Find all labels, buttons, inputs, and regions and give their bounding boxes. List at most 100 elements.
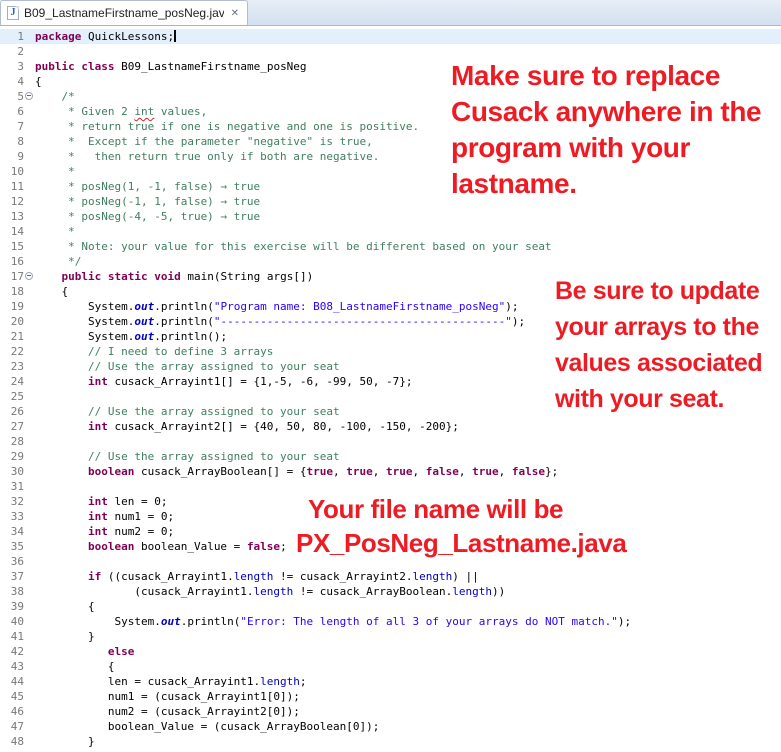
fold-column bbox=[24, 134, 35, 149]
tab-b09-lastnamefirstname-posneg[interactable]: J B09_LastnameFirstname_posNeg.java ✕ bbox=[0, 0, 248, 25]
fold-collapse-icon[interactable] bbox=[25, 92, 33, 100]
code-text: public static void main(String args[]) bbox=[35, 269, 313, 284]
code-text: * Note: your value for this exercise wil… bbox=[35, 239, 552, 254]
code-text: boolean_Value = (cusack_ArrayBoolean[0])… bbox=[35, 719, 379, 734]
code-text: int num2 = 0; bbox=[35, 524, 174, 539]
code-text: int len = 0; bbox=[35, 494, 167, 509]
code-line[interactable]: 44 len = cusack_Arrayint1.length; bbox=[0, 674, 781, 689]
code-line[interactable]: 40 System.out.println("Error: The length… bbox=[0, 614, 781, 629]
code-text: { bbox=[35, 599, 95, 614]
code-line[interactable]: 27 int cusack_Arrayint2[] = {40, 50, 80,… bbox=[0, 419, 781, 434]
fold-column bbox=[24, 734, 35, 749]
line-number: 28 bbox=[0, 434, 24, 449]
fold-column bbox=[24, 524, 35, 539]
code-line[interactable]: 14 * bbox=[0, 224, 781, 239]
code-text: public class B09_LastnameFirstname_posNe… bbox=[35, 59, 307, 74]
java-file-icon: J bbox=[7, 6, 19, 20]
code-text: int cusack_Arrayint1[] = {1,-5, -6, -99,… bbox=[35, 374, 413, 389]
editor-tab-bar: J B09_LastnameFirstname_posNeg.java ✕ bbox=[0, 0, 781, 26]
code-text: System.out.println("--------------------… bbox=[35, 314, 525, 329]
fold-column bbox=[24, 44, 35, 59]
fold-column bbox=[24, 89, 35, 104]
fold-column bbox=[24, 329, 35, 344]
code-line[interactable]: 46 num2 = (cusack_Arrayint2[0]); bbox=[0, 704, 781, 719]
code-line[interactable]: 37 if ((cusack_Arrayint1.length != cusac… bbox=[0, 569, 781, 584]
fold-column bbox=[24, 719, 35, 734]
code-text: System.out.println("Program name: B08_La… bbox=[35, 299, 518, 314]
code-text: * bbox=[35, 164, 75, 179]
code-text: // Use the array assigned to your seat bbox=[35, 449, 340, 464]
code-text: */ bbox=[35, 254, 81, 269]
fold-column bbox=[24, 104, 35, 119]
code-line[interactable]: 47 boolean_Value = (cusack_ArrayBoolean[… bbox=[0, 719, 781, 734]
annotation-line: values associated bbox=[555, 345, 762, 381]
close-icon[interactable]: ✕ bbox=[229, 7, 241, 20]
line-number: 43 bbox=[0, 659, 24, 674]
code-line[interactable]: 41 } bbox=[0, 629, 781, 644]
code-line[interactable]: 15 * Note: your value for this exercise … bbox=[0, 239, 781, 254]
line-number: 22 bbox=[0, 344, 24, 359]
line-number: 29 bbox=[0, 449, 24, 464]
fold-column bbox=[24, 599, 35, 614]
code-text: num1 = (cusack_Arrayint1[0]); bbox=[35, 689, 300, 704]
code-text: System.out.println(); bbox=[35, 329, 227, 344]
fold-column bbox=[24, 674, 35, 689]
code-line[interactable]: 13 * posNeg(-4, -5, true) → true bbox=[0, 209, 781, 224]
fold-column bbox=[24, 74, 35, 89]
line-number: 44 bbox=[0, 674, 24, 689]
code-line[interactable]: 39 { bbox=[0, 599, 781, 614]
code-text: * return true if one is negative and one… bbox=[35, 119, 419, 134]
code-text: // I need to define 3 arrays bbox=[35, 344, 273, 359]
fold-column bbox=[24, 569, 35, 584]
line-number: 10 bbox=[0, 164, 24, 179]
code-line[interactable]: 16 */ bbox=[0, 254, 781, 269]
line-number: 21 bbox=[0, 329, 24, 344]
line-number: 23 bbox=[0, 359, 24, 374]
code-line[interactable]: 38 (cusack_Arrayint1.length != cusack_Ar… bbox=[0, 584, 781, 599]
code-line[interactable]: 48 } bbox=[0, 734, 781, 749]
annotation-update-arrays: Be sure to updateyour arrays to thevalue… bbox=[555, 273, 762, 417]
code-text: package QuickLessons; bbox=[35, 29, 176, 44]
code-line[interactable]: 1 package QuickLessons; bbox=[0, 29, 781, 44]
code-line[interactable]: 29 // Use the array assigned to your sea… bbox=[0, 449, 781, 464]
annotation-line: with your seat. bbox=[555, 381, 762, 417]
fold-column bbox=[24, 614, 35, 629]
line-number: 1 bbox=[0, 29, 24, 44]
fold-column bbox=[24, 539, 35, 554]
fold-column bbox=[24, 704, 35, 719]
code-line[interactable]: 42 else bbox=[0, 644, 781, 659]
line-number: 45 bbox=[0, 689, 24, 704]
fold-column bbox=[24, 269, 35, 284]
text-caret bbox=[174, 30, 176, 42]
fold-column bbox=[24, 659, 35, 674]
fold-column bbox=[24, 479, 35, 494]
code-line[interactable]: 45 num1 = (cusack_Arrayint1[0]); bbox=[0, 689, 781, 704]
line-number: 37 bbox=[0, 569, 24, 584]
fold-column bbox=[24, 689, 35, 704]
line-number: 47 bbox=[0, 719, 24, 734]
fold-column bbox=[24, 389, 35, 404]
line-number: 11 bbox=[0, 179, 24, 194]
line-number: 15 bbox=[0, 239, 24, 254]
line-number: 24 bbox=[0, 374, 24, 389]
annotation-filename-line1: Your file name will be bbox=[308, 492, 563, 526]
line-number: 5 bbox=[0, 89, 24, 104]
code-line[interactable]: 30 boolean cusack_ArrayBoolean[] = {true… bbox=[0, 464, 781, 479]
line-number: 12 bbox=[0, 194, 24, 209]
code-text: num2 = (cusack_Arrayint2[0]); bbox=[35, 704, 300, 719]
line-number: 26 bbox=[0, 404, 24, 419]
code-line[interactable]: 43 { bbox=[0, 659, 781, 674]
code-line[interactable]: 2 bbox=[0, 44, 781, 59]
fold-column bbox=[24, 359, 35, 374]
fold-column bbox=[24, 314, 35, 329]
code-text: // Use the array assigned to your seat bbox=[35, 359, 340, 374]
code-text: * posNeg(-1, 1, false) → true bbox=[35, 194, 260, 209]
fold-column bbox=[24, 119, 35, 134]
line-number: 18 bbox=[0, 284, 24, 299]
fold-collapse-icon[interactable] bbox=[25, 272, 33, 280]
line-number: 46 bbox=[0, 704, 24, 719]
code-line[interactable]: 28 bbox=[0, 434, 781, 449]
line-number: 8 bbox=[0, 134, 24, 149]
fold-column bbox=[24, 29, 35, 44]
fold-column bbox=[24, 584, 35, 599]
